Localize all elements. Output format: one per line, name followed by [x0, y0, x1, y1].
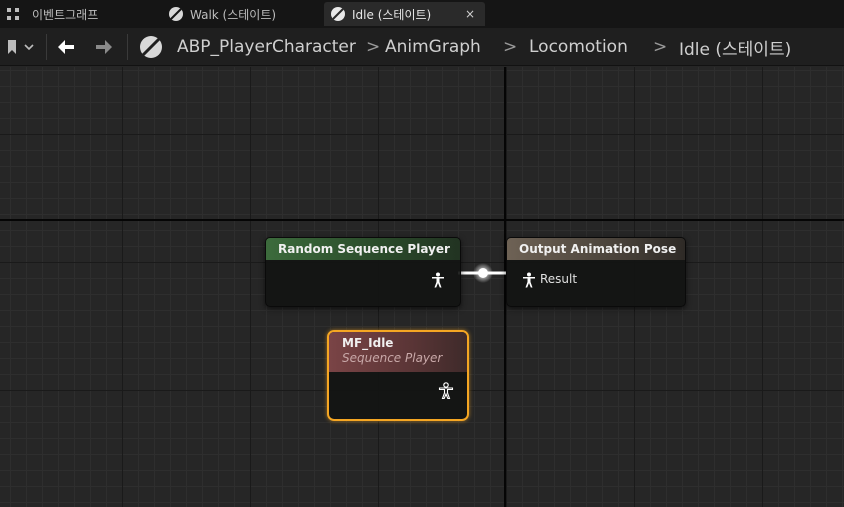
- tab-label: 이벤트그래프: [32, 7, 99, 22]
- arrow-right-icon: [96, 40, 112, 54]
- tab-label: Walk (스테이트): [190, 7, 277, 22]
- breadcrumb-separator: >: [503, 37, 518, 57]
- document-tab-bar: 이벤트그래프 Walk (스테이트) Idle (스테이트) ×: [0, 0, 844, 28]
- anim-graph-canvas[interactable]: Random Sequence Player Output Animation …: [0, 67, 844, 507]
- state-icon: [139, 28, 165, 66]
- tab-label: Idle (스테이트): [352, 7, 432, 22]
- node-title: Random Sequence Player: [266, 238, 460, 260]
- state-icon: [169, 7, 183, 21]
- output-animation-pose-node[interactable]: Output Animation Pose Result: [506, 237, 686, 307]
- node-title: Output Animation Pose: [507, 238, 685, 260]
- node-title: MF_Idle: [342, 336, 394, 350]
- back-button[interactable]: [56, 28, 80, 66]
- breadcrumb-item[interactable]: Locomotion: [529, 28, 628, 66]
- close-icon[interactable]: ×: [465, 7, 475, 21]
- bookmark-icon: [8, 40, 16, 54]
- tab-walk-state[interactable]: Walk (스테이트): [160, 2, 320, 26]
- node-header: MF_Idle Sequence Player: [329, 332, 467, 372]
- bookmark-button[interactable]: [6, 28, 42, 66]
- breadcrumb-separator: >: [653, 37, 668, 57]
- toolbar-divider: [46, 34, 47, 60]
- breadcrumb-item[interactable]: AnimGraph: [385, 28, 481, 66]
- node-subtitle: Sequence Player: [342, 351, 443, 365]
- state-icon: [331, 7, 345, 21]
- breadcrumb-separator: >: [366, 37, 381, 57]
- breadcrumb-item[interactable]: Idle (스테이트): [679, 28, 791, 66]
- graph-toolbar: ABP_PlayerCharacter > AnimGraph > Locomo…: [0, 28, 844, 66]
- tab-idle-state[interactable]: Idle (스테이트) ×: [324, 2, 485, 26]
- toolbar-divider: [127, 34, 128, 60]
- event-graph-icon: [7, 8, 19, 20]
- chevron-down-icon: [24, 44, 34, 51]
- graph-origin-axis: [0, 219, 844, 221]
- result-pin-label: Result: [540, 272, 578, 286]
- random-sequence-player-node[interactable]: Random Sequence Player: [265, 237, 461, 307]
- tab-event-graph[interactable]: 이벤트그래프: [0, 2, 150, 26]
- forward-button[interactable]: [94, 28, 118, 66]
- breadcrumb-item[interactable]: ABP_PlayerCharacter: [177, 28, 356, 66]
- arrow-left-icon: [58, 40, 74, 54]
- pose-output-pin-icon[interactable]: [438, 382, 454, 400]
- mf-idle-sequence-player-node[interactable]: MF_Idle Sequence Player: [327, 330, 469, 421]
- pose-input-pin-icon[interactable]: [522, 272, 536, 288]
- pose-output-pin-icon[interactable]: [431, 272, 445, 288]
